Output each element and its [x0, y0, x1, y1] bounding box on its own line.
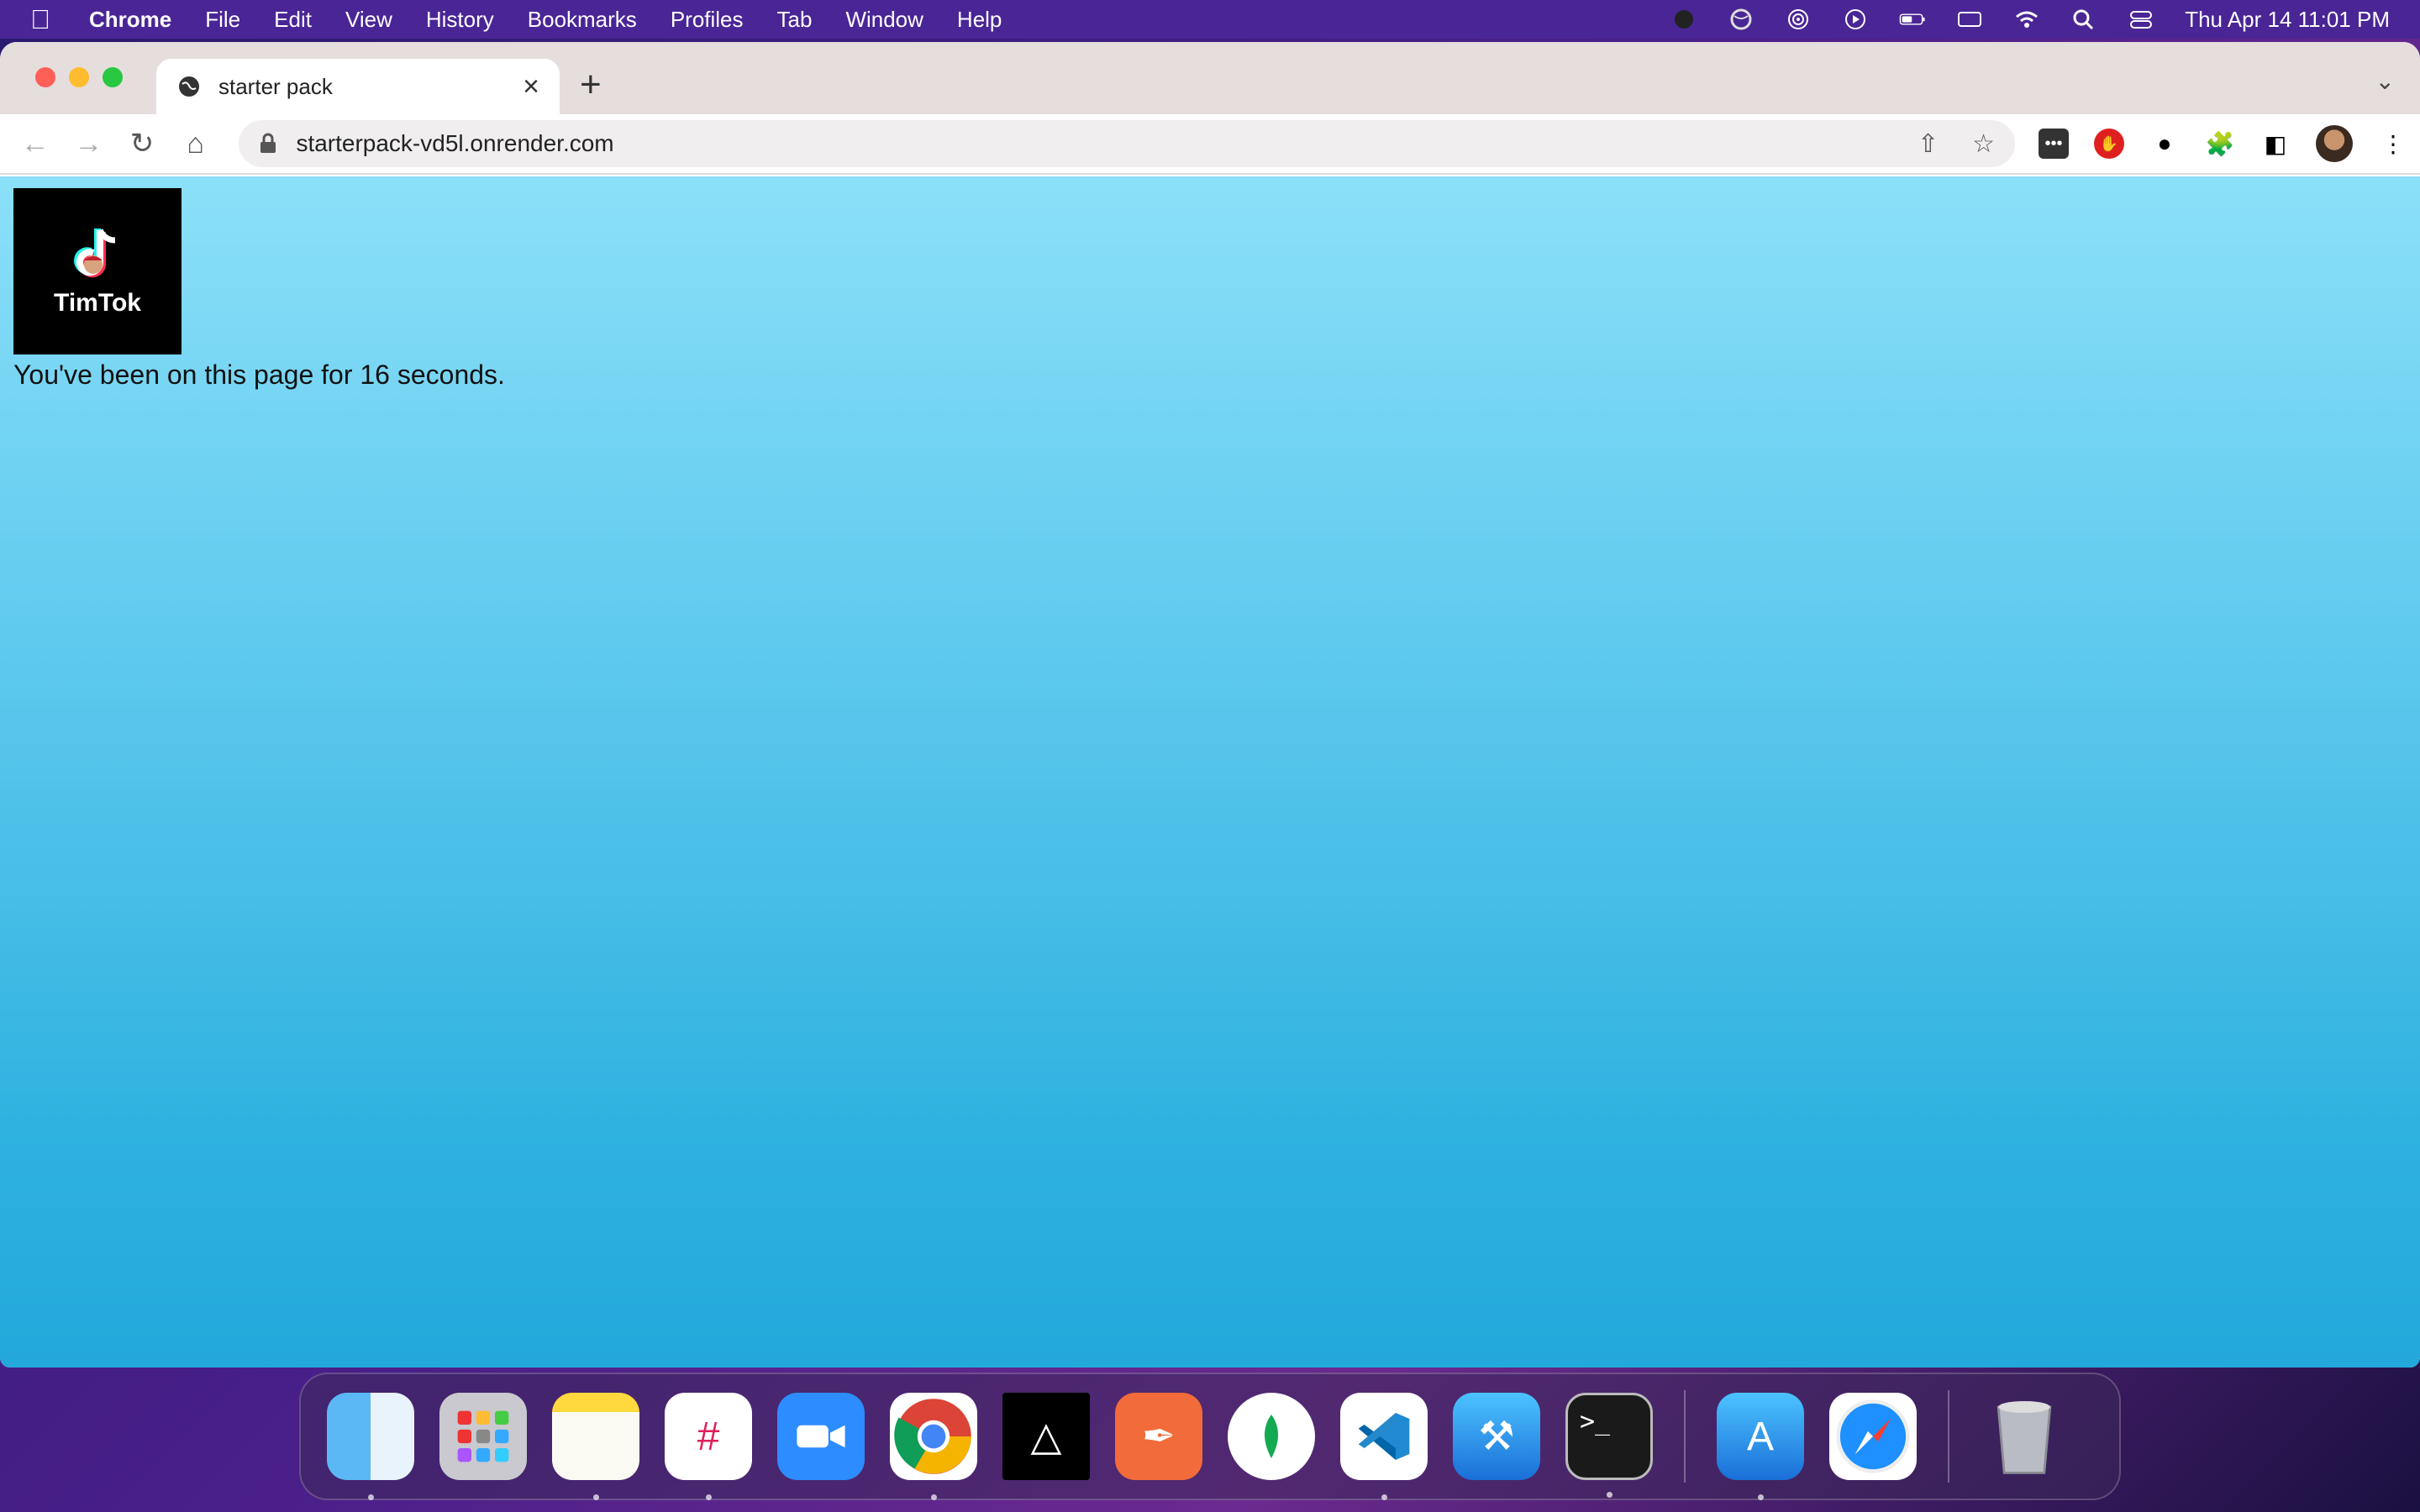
menu-history[interactable]: History [426, 7, 494, 33]
menu-help[interactable]: Help [957, 7, 1002, 33]
recording-icon[interactable] [1670, 8, 1697, 31]
battery-icon[interactable] [1899, 8, 1926, 31]
dock-chrome-icon[interactable] [890, 1393, 977, 1500]
wifi-icon[interactable] [2013, 8, 2040, 31]
time-on-page-text: You've been on this page for 16 seconds. [13, 360, 505, 390]
dock-terminal-icon[interactable]: >_ [1565, 1393, 1653, 1498]
page-content: TimTok You've been on this page for 16 s… [0, 176, 2420, 1368]
control-center-icon[interactable] [2128, 8, 2154, 31]
dock-unity-icon[interactable]: △ [1002, 1393, 1090, 1480]
logo-wordmark: TimTok [54, 289, 141, 317]
menu-app-name[interactable]: Chrome [89, 7, 171, 33]
lock-icon[interactable] [259, 133, 277, 155]
status-area: Thu Apr 14 11:01 PM [1670, 7, 2390, 33]
dock: # △ ✒ ⚒ >_ A [299, 1373, 2121, 1500]
dock-separator-2 [1948, 1390, 1949, 1483]
chrome-menu-kebab-icon[interactable]: ⋮ [2378, 129, 2408, 159]
browser-toolbar: ← → ↻ ⌂ starterpack-vd5l.onrender.com ⇧ … [0, 114, 2420, 175]
menu-tab[interactable]: Tab [777, 7, 813, 33]
menu-file[interactable]: File [205, 7, 240, 33]
browser-window: starter pack × + ⌄ ← → ↻ ⌂ starterpack-v… [0, 42, 2420, 1368]
dock-app-store-connect-icon[interactable]: A [1717, 1393, 1804, 1500]
menu-bookmarks[interactable]: Bookmarks [528, 7, 637, 33]
url-text[interactable]: starterpack-vd5l.onrender.com [296, 130, 613, 157]
home-button[interactable]: ⌂ [172, 120, 219, 167]
omnibox-actions: ⇧ ☆ [1918, 129, 1995, 159]
tab-search-chevron-icon[interactable]: ⌄ [2375, 67, 2395, 95]
dock-mongodb-icon[interactable] [1228, 1393, 1315, 1480]
back-button[interactable]: ← [12, 120, 59, 167]
tab-title: starter pack [218, 73, 333, 99]
reload-button[interactable]: ↻ [118, 120, 166, 167]
profile-avatar[interactable] [2316, 125, 2353, 162]
zoom-window-button[interactable] [103, 67, 123, 87]
spotlight-search-icon[interactable] [2070, 8, 2097, 31]
dock-slack-icon[interactable]: # [665, 1393, 752, 1500]
window-controls [35, 67, 123, 87]
password-extension-icon[interactable]: ••• [2039, 129, 2069, 159]
dock-trash-icon[interactable] [1981, 1393, 2068, 1480]
timtok-logo: TimTok [13, 188, 182, 354]
menu-window[interactable]: Window [845, 7, 923, 33]
new-tab-button[interactable]: + [580, 64, 602, 106]
globe-icon [179, 76, 199, 97]
music-note-icon [74, 228, 116, 278]
tab-close-icon[interactable]: × [523, 71, 539, 103]
dock-xcode-icon[interactable]: ⚒ [1453, 1393, 1540, 1480]
tab-starter-pack[interactable]: starter pack × [156, 59, 560, 114]
forward-button[interactable]: → [66, 120, 113, 167]
menu-bar:  Chrome File Edit View History Bookmark… [0, 0, 2420, 39]
minimize-window-button[interactable] [69, 67, 89, 87]
bookmark-star-icon[interactable]: ☆ [1972, 129, 1995, 159]
menu-profiles[interactable]: Profiles [671, 7, 744, 33]
balls-extension-icon[interactable]: ● [2149, 129, 2180, 159]
address-bar[interactable]: starterpack-vd5l.onrender.com ⇧ ☆ [239, 120, 2015, 167]
extensions-area: ••• ✋ ● 🧩 ◧ ⋮ [2039, 125, 2408, 162]
dock-separator [1684, 1390, 1686, 1483]
keyboard-input-icon[interactable] [1956, 8, 1983, 31]
dock-notes-icon[interactable] [552, 1393, 639, 1500]
close-window-button[interactable] [35, 67, 55, 87]
vpn-globe-icon[interactable] [1728, 8, 1754, 31]
menu-clock[interactable]: Thu Apr 14 11:01 PM [2185, 7, 2390, 33]
side-panel-icon[interactable]: ◧ [2260, 129, 2291, 159]
menu-view[interactable]: View [345, 7, 392, 33]
adblock-extension-icon[interactable]: ✋ [2094, 129, 2124, 159]
play-icon[interactable] [1842, 8, 1869, 31]
dock-zoom-icon[interactable] [777, 1393, 865, 1480]
menu-edit[interactable]: Edit [274, 7, 312, 33]
share-icon[interactable]: ⇧ [1918, 129, 1939, 159]
airdrop-icon[interactable] [1785, 8, 1812, 31]
dock-postman-icon[interactable]: ✒ [1115, 1393, 1202, 1480]
dock-finder-icon[interactable] [327, 1393, 414, 1500]
tab-strip: starter pack × + ⌄ [0, 42, 2420, 114]
dock-launchpad-icon[interactable] [439, 1393, 527, 1480]
apple-menu-icon[interactable]:  [30, 4, 55, 35]
dock-vscode-icon[interactable] [1340, 1393, 1428, 1500]
extensions-puzzle-icon[interactable]: 🧩 [2205, 129, 2235, 159]
dock-safari-icon[interactable] [1829, 1393, 1917, 1480]
